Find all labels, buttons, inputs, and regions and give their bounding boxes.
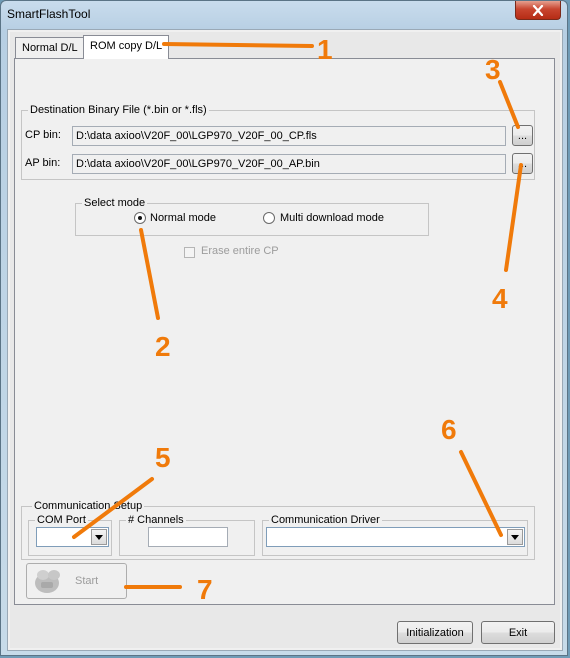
select-mode-legend: Select mode — [82, 197, 148, 209]
tab-normal-dl-label: Normal D/L — [22, 42, 78, 54]
ap-bin-label: AP bin: — [25, 157, 61, 169]
channels-field[interactable] — [148, 527, 228, 547]
tab-rom-copy-dl[interactable]: ROM copy D/L — [83, 35, 170, 59]
destination-legend: Destination Binary File (*.bin or *.fls) — [28, 104, 209, 116]
cp-bin-label: CP bin: — [25, 129, 61, 141]
start-button[interactable]: Start — [26, 563, 127, 599]
cp-bin-field[interactable]: D:\data axioo\V20F_00\LGP970_V20F_00_CP.… — [72, 126, 506, 146]
close-icon — [532, 4, 544, 16]
annotation-number-5: 5 — [155, 442, 171, 473]
initialization-button[interactable]: Initialization — [397, 621, 473, 644]
annotation-number-7: 7 — [197, 574, 213, 605]
window-title: SmartFlashTool — [7, 7, 91, 21]
communication-driver-select[interactable] — [266, 527, 525, 547]
communication-driver-label: Communication Driver — [269, 514, 382, 526]
app-window: SmartFlashTool Normal D/L ROM copy D/L D… — [0, 0, 568, 656]
annotation-number-2: 2 — [155, 331, 171, 362]
start-label: Start — [75, 575, 99, 587]
close-button[interactable] — [515, 1, 561, 20]
annotation-number-1: 1 — [317, 34, 333, 65]
annotation-number-6: 6 — [441, 414, 457, 445]
tab-normal-dl[interactable]: Normal D/L — [15, 37, 85, 58]
tab-rom-copy-dl-label: ROM copy D/L — [90, 40, 163, 52]
normal-mode-radio[interactable] — [134, 212, 146, 224]
annotation-number-4: 4 — [492, 283, 508, 314]
erase-entire-cp-label: Erase entire CP — [201, 245, 279, 257]
com-port-dropdown-button[interactable] — [91, 529, 107, 545]
ap-browse-button[interactable]: ... — [512, 153, 533, 174]
chevron-down-icon — [95, 534, 103, 540]
erase-entire-cp-checkbox[interactable] — [184, 247, 195, 258]
multi-download-mode-label[interactable]: Multi download mode — [280, 212, 384, 224]
com-port-select[interactable] — [36, 527, 109, 547]
com-port-label: COM Port — [35, 514, 88, 526]
annotation-number-3: 3 — [485, 54, 501, 85]
multi-download-mode-radio[interactable] — [263, 212, 275, 224]
ap-bin-field[interactable]: D:\data axioo\V20F_00\LGP970_V20F_00_AP.… — [72, 154, 506, 174]
communication-setup-legend: Communication Setup — [32, 500, 145, 512]
chevron-down-icon — [511, 534, 519, 540]
phone-icon — [35, 570, 60, 593]
exit-button[interactable]: Exit — [481, 621, 555, 644]
channels-label: # Channels — [126, 514, 186, 526]
cp-browse-button[interactable]: ... — [512, 125, 533, 146]
normal-mode-label[interactable]: Normal mode — [150, 212, 216, 224]
communication-driver-dropdown-button[interactable] — [507, 529, 523, 545]
tab-panel: Destination Binary File (*.bin or *.fls)… — [14, 58, 555, 605]
